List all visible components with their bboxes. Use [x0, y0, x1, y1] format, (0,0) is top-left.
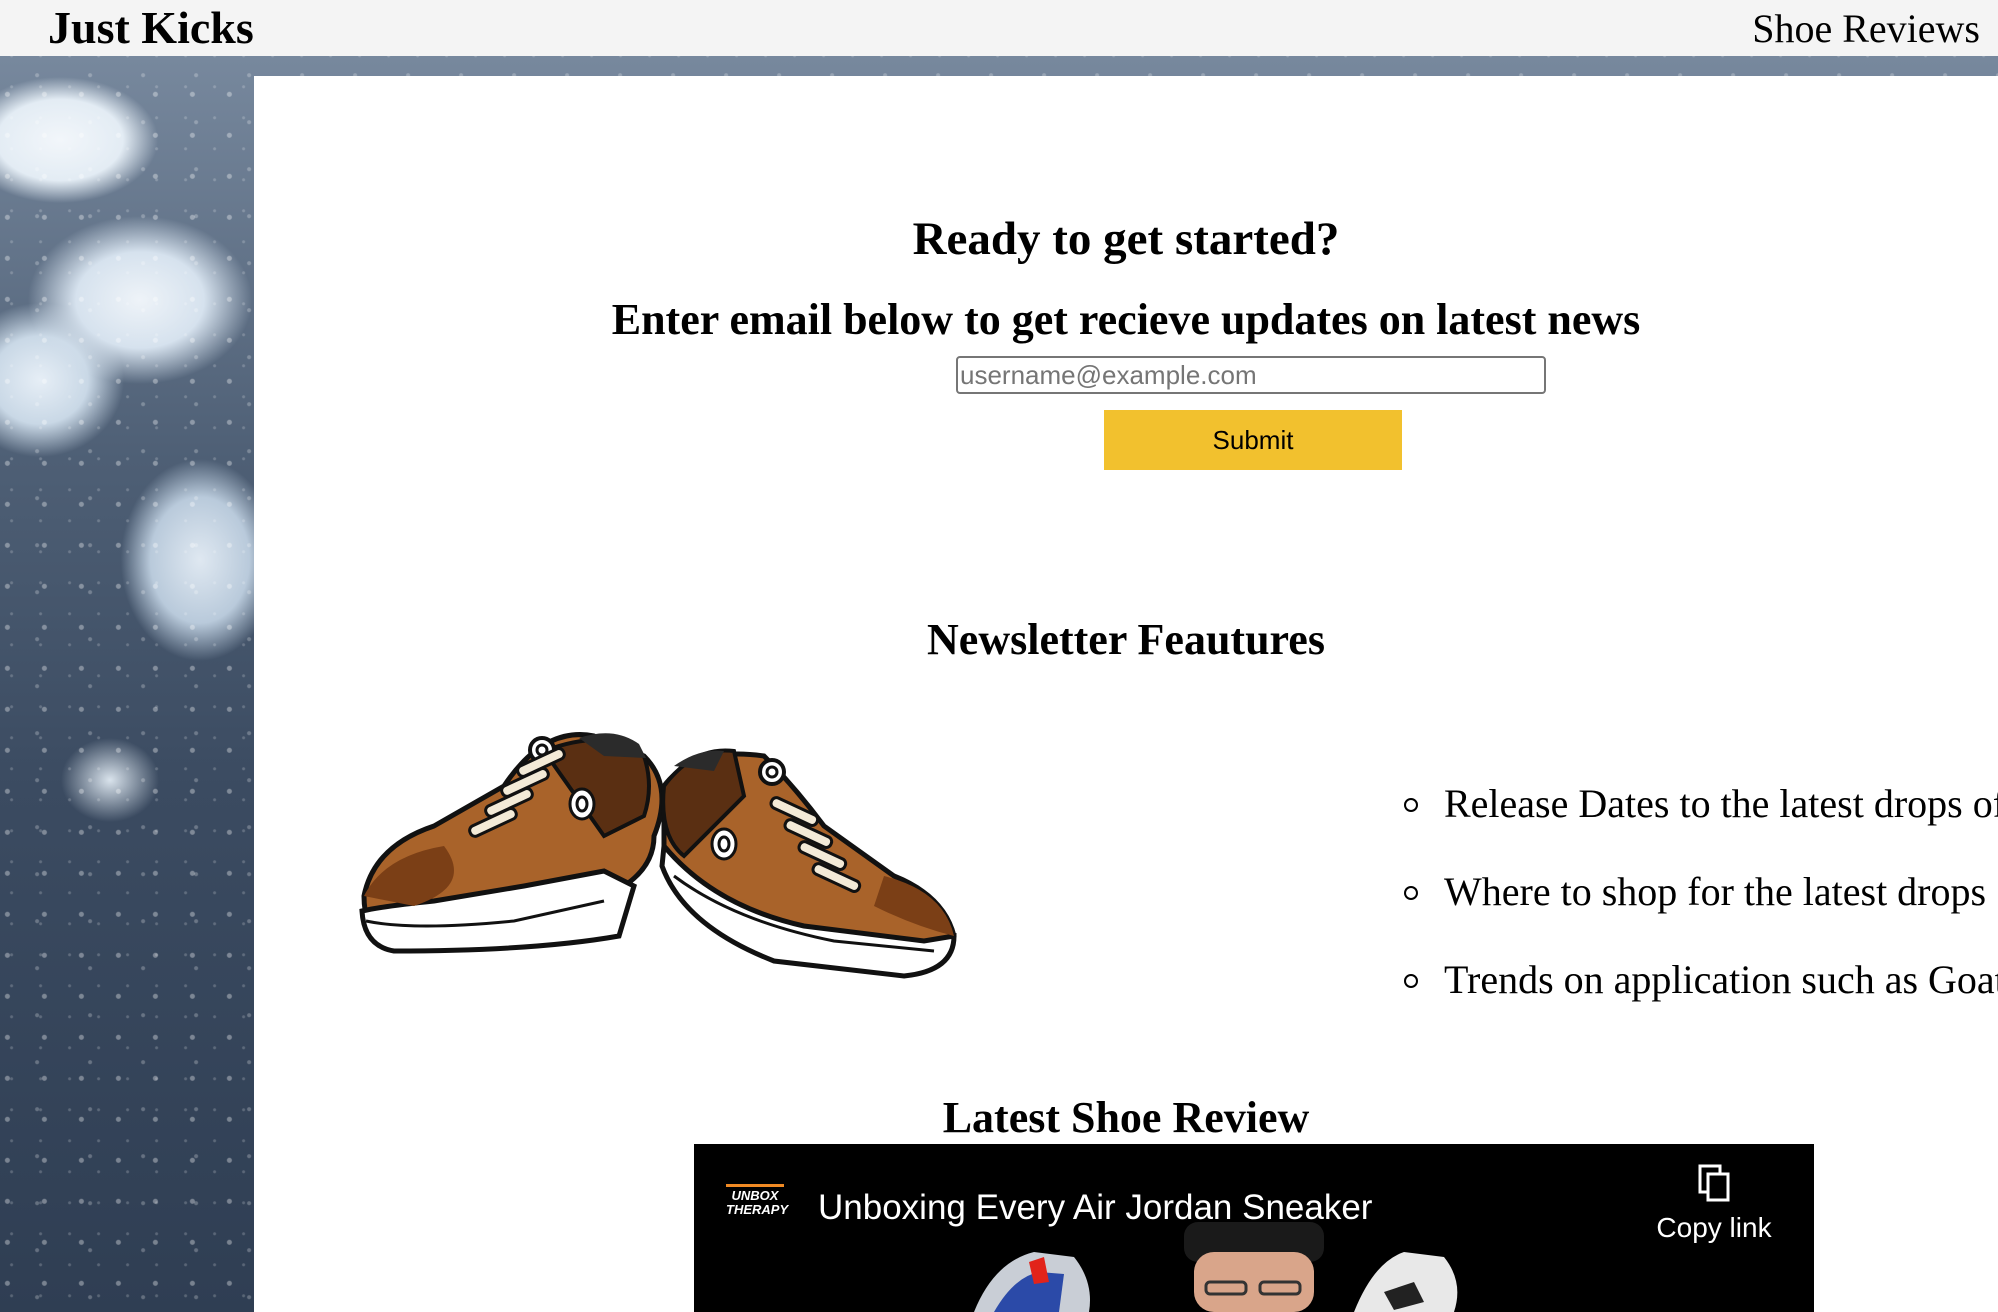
newsletter-feature-list: Release Dates to the latest drops of Whe… [1404, 776, 1998, 1040]
channel-logo[interactable]: UNBOX THERAPY [726, 1184, 788, 1217]
video-thumbnail [974, 1222, 1458, 1312]
video-embed[interactable]: UNBOX THERAPY Unboxing Every Air Jordan … [694, 1144, 1814, 1312]
page-background: Just Kicks Shoe Reviews Ready to get sta… [0, 0, 1998, 1312]
signup-heading: Ready to get started? [912, 213, 1340, 265]
copy-icon [1698, 1164, 1730, 1202]
top-nav-bar: Just Kicks Shoe Reviews [0, 0, 1998, 56]
email-input[interactable] [956, 356, 1546, 394]
list-item: Release Dates to the latest drops of [1404, 776, 1998, 864]
list-item: Trends on application such as Goat [1404, 952, 1998, 1040]
brand-logo-text[interactable]: Just Kicks [48, 2, 254, 54]
main-content-panel: Ready to get started? Enter email below … [254, 76, 1998, 1312]
nav-link-shoe-reviews[interactable]: Shoe Reviews [1752, 4, 1980, 54]
sneakers-illustration [359, 732, 957, 979]
signup-subheading: Enter email below to get recieve updates… [611, 295, 1641, 344]
list-item: Where to shop for the latest drops [1404, 864, 1998, 952]
submit-button[interactable]: Submit [1104, 410, 1402, 470]
newsletter-heading: Newsletter Feautures [927, 615, 1325, 664]
review-heading: Latest Shoe Review [942, 1093, 1310, 1142]
